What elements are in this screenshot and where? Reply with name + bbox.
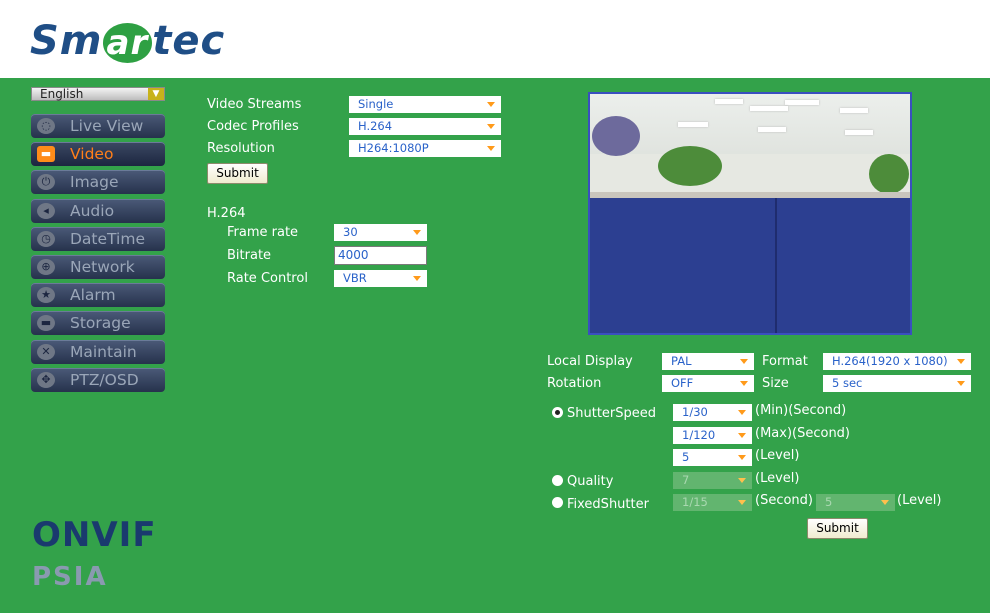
shutter-speed-radio[interactable] [552,407,563,418]
rate-control-label: Rate Control [227,271,308,286]
sidebar-item-network[interactable]: ⊕ Network [31,254,165,279]
chevron-down-icon [738,500,746,505]
chevron-down-icon [413,230,421,235]
storage-icon: ▬ [37,315,55,332]
sidebar-nav: ◌ Live View ▬ Video ⏻ Image ◂ Audio ◷ DateTim… [31,114,165,396]
sidebar-item-ptz-osd[interactable]: ✥ PTZ/OSD [31,367,165,392]
shutter-min-select[interactable]: 1/30 [673,404,752,421]
sidebar-item-audio[interactable]: ◂ Audio [31,198,165,223]
local-display-label: Local Display [547,354,633,369]
sidebar-item-storage[interactable]: ▬ Storage [31,311,165,336]
rotation-select[interactable]: OFF [662,375,754,392]
chevron-down-icon [738,433,746,438]
tools-icon: ✕ [37,343,55,360]
quality-label: Quality [567,474,614,489]
bitrate-label: Bitrate [227,248,272,263]
shutter-speed-label: ShutterSpeed [567,406,657,421]
h264-section-label: H.264 [207,206,246,221]
chevron-down-icon [413,276,421,281]
preview-light [840,108,868,113]
preview-plant [658,146,722,186]
preview-plant [869,154,909,194]
psia-logo: PSIA [32,562,108,592]
bitrate-input[interactable]: 4000 [334,246,427,265]
language-select-value: English [40,87,84,101]
preview-divider [775,198,777,333]
frame-rate-label: Frame rate [227,225,299,240]
globe-icon: ⊕ [37,258,55,275]
preview-light [785,100,819,105]
preview-plant [592,116,640,156]
rate-control-select[interactable]: VBR [334,270,427,287]
video-streams-select[interactable]: Single [349,96,501,113]
frame-rate-select[interactable]: 30 [334,224,427,241]
size-select[interactable]: 5 sec [823,375,971,392]
codec-profiles-select[interactable]: H.264 [349,118,501,135]
shutter-min-unit: (Min)(Second) [755,403,847,418]
sidebar-item-image[interactable]: ⏻ Image [31,170,165,195]
sidebar-item-maintain[interactable]: ✕ Maintain [31,339,165,364]
chevron-down-icon [957,359,965,364]
shutter-level-select[interactable]: 5 [673,449,752,466]
resolution-label: Resolution [207,141,275,156]
sidebar-item-live-view[interactable]: ◌ Live View [31,114,165,138]
quality-unit: (Level) [755,471,800,486]
video-camera-icon: ▬ [37,146,55,163]
language-select[interactable]: English ▼ [31,87,165,101]
live-preview[interactable] [588,92,912,335]
fixed-level-unit: (Level) [897,493,942,508]
resolution-select[interactable]: H264:1080P [349,140,501,157]
chevron-down-icon [957,381,965,386]
shutter-max-unit: (Max)(Second) [755,426,851,441]
preview-light [678,122,708,127]
chevron-down-icon [738,455,746,460]
header: Sm ar tec [0,0,990,78]
fixed-shutter-unit: (Second) [755,493,813,508]
preview-light [845,130,873,135]
onvif-logo: ONVIF [32,515,157,555]
clock-icon: ◷ [37,230,55,247]
stream-submit-button[interactable]: Submit [207,163,268,184]
quality-select[interactable]: 7 [673,472,752,489]
fixed-shutter-select[interactable]: 1/15 [673,494,752,511]
chevron-down-icon [740,359,748,364]
star-icon: ★ [37,287,55,304]
preview-light [715,99,743,104]
exposure-submit-button[interactable]: Submit [807,518,868,539]
chevron-down-icon [740,381,748,386]
rotation-label: Rotation [547,376,602,391]
shutter-level-unit: (Level) [755,448,800,463]
arrows-icon: ✥ [37,371,55,388]
chevron-down-icon [738,478,746,483]
sidebar-item-video[interactable]: ▬ Video [31,142,165,167]
power-icon: ⏻ [37,174,55,191]
fixed-level-select[interactable]: 5 [816,494,895,511]
preview-partition [590,198,910,333]
chat-bubble-icon: ◌ [37,118,55,134]
smartec-logo: Sm ar tec [30,18,226,64]
format-select[interactable]: H.264(1920 x 1080) [823,353,971,370]
codec-profiles-label: Codec Profiles [207,119,299,134]
sidebar-item-datetime[interactable]: ◷ DateTime [31,226,165,251]
preview-light [758,127,786,132]
video-streams-label: Video Streams [207,97,302,112]
chevron-down-icon [487,124,495,129]
speaker-icon: ◂ [37,202,55,219]
chevron-down-icon [881,500,889,505]
quality-radio[interactable] [552,475,563,486]
local-display-select[interactable]: PAL [662,353,754,370]
size-label: Size [762,376,789,391]
chevron-down-icon: ▼ [148,88,164,100]
chevron-down-icon [738,410,746,415]
fixed-shutter-label: FixedShutter [567,497,649,512]
fixed-shutter-radio[interactable] [552,497,563,508]
chevron-down-icon [487,102,495,107]
chevron-down-icon [487,146,495,151]
sidebar-item-alarm[interactable]: ★ Alarm [31,283,165,308]
format-label: Format [762,354,808,369]
preview-light [750,106,788,111]
shutter-max-select[interactable]: 1/120 [673,427,752,444]
